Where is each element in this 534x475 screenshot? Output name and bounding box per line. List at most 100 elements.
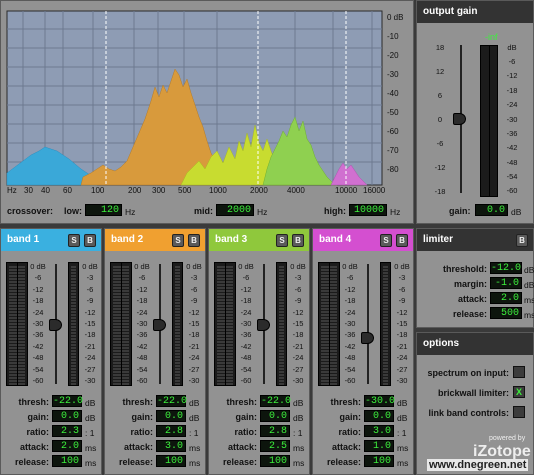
band-attack-field[interactable]: 2.0 <box>52 440 82 452</box>
scale-label: -18 <box>292 330 304 340</box>
scale-label: 0 dB <box>82 262 98 271</box>
scale-label: -15 <box>84 319 96 328</box>
band-threshold-slider-knob[interactable] <box>49 319 62 331</box>
scale-label: -15 <box>396 319 408 328</box>
limiter-release-field[interactable]: 500 <box>490 307 522 319</box>
freq-tick-label: 2000 <box>250 186 268 195</box>
band-thresh-label: thresh: <box>122 397 153 407</box>
brickwall-limiter-label: brickwall limiter: <box>437 388 509 398</box>
crossover-low-field[interactable]: 120 <box>85 204 122 216</box>
scale-label: 0 dB <box>394 262 410 271</box>
band-thresh-field[interactable]: -22.0 <box>156 395 187 407</box>
scale-label: -12 <box>84 307 96 317</box>
scale-label: -12 <box>136 284 148 294</box>
band-ratio-field[interactable]: 2.3 <box>52 425 82 437</box>
scale-label: -48 <box>240 353 252 363</box>
db-scale-label: -40 <box>387 89 399 98</box>
band-gain-field[interactable]: 0.0 <box>156 410 186 422</box>
band-release-field[interactable]: 100 <box>52 455 82 467</box>
scale-label: -9 <box>294 296 302 306</box>
band-release-unit: ms <box>293 458 305 468</box>
scale-label: -12 <box>506 71 518 80</box>
band-attack-field[interactable]: 3.0 <box>156 440 186 452</box>
scale-label: -12 <box>434 163 446 172</box>
band-gain-field[interactable]: 0.0 <box>52 410 82 422</box>
limiter-threshold-field[interactable]: -12.0 <box>490 262 522 274</box>
band-bypass-button[interactable]: B <box>292 234 304 247</box>
output-gain-label: gain: <box>449 206 471 216</box>
band-release-label: release: <box>14 457 49 467</box>
band-release-label: release: <box>326 457 361 467</box>
scale-label: -30 <box>136 319 148 328</box>
band-ratio-field[interactable]: 2.8 <box>156 425 186 437</box>
spectrum-on-input-label: spectrum on input: <box>427 368 510 378</box>
db-scale-label: -10 <box>387 32 399 41</box>
scale-label: -6 <box>138 273 146 283</box>
band-attack-field[interactable]: 1.0 <box>364 440 394 452</box>
band-input-meter <box>110 262 132 386</box>
scale-label: 0 dB <box>238 262 254 271</box>
band-thresh-field[interactable]: -22.0 <box>52 395 83 407</box>
band-2-panel: band 2SB0 dB -6 -12 -18 -24 -30 -36 -42 -48 -54 -6… <box>104 228 206 475</box>
limiter-bypass-button[interactable]: B <box>516 234 528 247</box>
scale-label: -60 <box>32 376 44 385</box>
band-solo-button[interactable]: S <box>68 234 80 247</box>
limiter-attack-field[interactable]: 2.0 <box>490 292 522 304</box>
band-bypass-button[interactable]: B <box>84 234 96 247</box>
limiter-release-label: release: <box>452 309 487 319</box>
band-gain-unit: dB <box>397 413 408 423</box>
band-solo-button[interactable]: S <box>276 234 288 247</box>
freq-tick-label: 200 <box>128 186 142 195</box>
band-thresh-field[interactable]: -22.0 <box>260 395 291 407</box>
izotope-logo: powered by iZotope www.dnegreen.net <box>417 433 533 473</box>
band-threshold-slider-knob[interactable] <box>361 332 374 345</box>
band-threshold-slider-track[interactable] <box>367 264 369 384</box>
limiter-margin-field[interactable]: -1.0 <box>490 277 522 289</box>
band-gain-field[interactable]: 0.0 <box>260 410 290 422</box>
band-release-field[interactable]: 100 <box>156 455 186 467</box>
band-gain-field[interactable]: 0.0 <box>364 410 394 422</box>
output-gain-field[interactable]: 0.0 <box>475 204 508 216</box>
band-ratio-label: ratio: <box>26 427 50 437</box>
scale-label: -36 <box>344 330 356 340</box>
band-release-unit: ms <box>85 458 97 468</box>
link-band-controls-checkbox[interactable] <box>513 406 525 418</box>
band-release-unit: ms <box>189 458 201 468</box>
crossover-high-label: high: <box>324 206 346 216</box>
band-release-field[interactable]: 100 <box>260 455 290 467</box>
scale-label: -9 <box>398 296 406 306</box>
freq-tick-label: 4000 <box>287 186 305 195</box>
freq-tick-label: Hz <box>7 186 17 195</box>
scale-label: -6 <box>436 139 444 148</box>
band-bypass-button[interactable]: B <box>396 234 408 247</box>
band-release-unit: ms <box>397 458 409 468</box>
db-scale: 0 dB -10 -20 -30 -40 -50 -60 -70 -80 <box>387 13 413 193</box>
band-gain-reduction-meter <box>276 262 287 386</box>
output-gain-slider-knob[interactable] <box>453 113 466 125</box>
crossover-mid-field[interactable]: 2000 <box>216 204 254 216</box>
band-thresh-field[interactable]: -30.0 <box>364 395 395 407</box>
band-attack-field[interactable]: 2.5 <box>260 440 290 452</box>
band-bypass-button[interactable]: B <box>188 234 200 247</box>
band-right-scale: 0 dB -3 -6 -9 -12 -15 -18 -21 -24 -27 -30 <box>288 262 308 385</box>
band-solo-button[interactable]: S <box>172 234 184 247</box>
scale-label: -9 <box>86 296 94 306</box>
band-left-scale: 0 dB -6 -12 -18 -24 -30 -36 -42 -48 -54 -60 <box>133 262 151 385</box>
crossover-high-field[interactable]: 10000 <box>349 204 387 216</box>
scale-label: -24 <box>32 307 44 317</box>
band-solo-button[interactable]: S <box>380 234 392 247</box>
output-gain-right-scale: dB -6 -12 -18 -24 -30 -36 -42 -48 -54 -6… <box>501 43 523 195</box>
scale-label: -60 <box>506 186 518 195</box>
brickwall-limiter-checkbox[interactable]: X <box>513 386 525 398</box>
spectrum-on-input-checkbox[interactable] <box>513 366 525 378</box>
band-threshold-slider-knob[interactable] <box>257 319 270 331</box>
band-threshold-slider-knob[interactable] <box>153 319 166 331</box>
scale-label: -18 <box>188 330 200 340</box>
band-release-field[interactable]: 100 <box>364 455 394 467</box>
band-ratio-field[interactable]: 2.8 <box>260 425 290 437</box>
band-ratio-field[interactable]: 3.0 <box>364 425 394 437</box>
band-attack-label: attack: <box>19 442 49 452</box>
scale-label: -42 <box>240 341 252 351</box>
scale-label: -3 <box>294 273 302 283</box>
scale-label: -27 <box>84 364 96 374</box>
